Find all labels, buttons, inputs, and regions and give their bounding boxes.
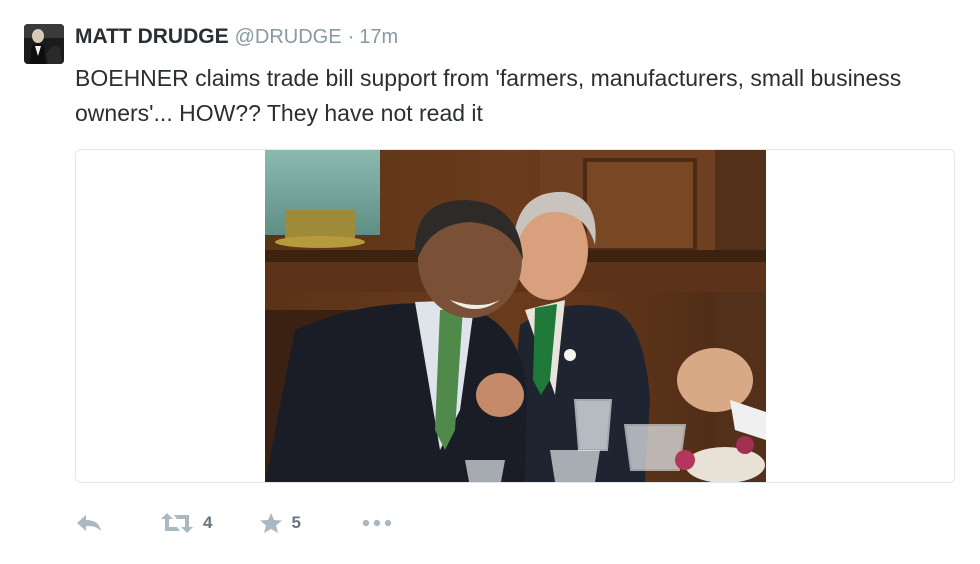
author-handle[interactable]: @DRUDGE: [235, 26, 342, 49]
avatar[interactable]: [24, 24, 64, 64]
favorite-button[interactable]: 5: [259, 512, 301, 534]
media-container[interactable]: [75, 149, 955, 483]
reply-icon: [75, 513, 103, 533]
retweet-button[interactable]: 4: [159, 512, 212, 534]
timestamp[interactable]: 17m: [359, 26, 398, 49]
more-button[interactable]: [361, 518, 393, 528]
star-icon: [259, 512, 283, 534]
tweet-text: BOEHNER claims trade bill support from '…: [75, 65, 902, 126]
more-dots-icon: [361, 518, 393, 528]
retweet-count: 4: [203, 513, 213, 532]
favorite-count: 5: [291, 513, 301, 532]
retweet-icon: [159, 512, 195, 534]
tweet-card: MATT DRUDGE @DRUDGE · 17m BOEHNER claims…: [0, 0, 980, 564]
avatar-image: [24, 24, 64, 64]
tweet-actions: 4 5: [75, 508, 393, 538]
separator-dot: ·: [347, 26, 355, 48]
tweet-photo[interactable]: [265, 150, 766, 482]
reply-button[interactable]: [75, 513, 103, 533]
author-name[interactable]: MATT DRUDGE: [75, 25, 229, 49]
tweet-header: MATT DRUDGE @DRUDGE · 17m: [75, 25, 398, 51]
